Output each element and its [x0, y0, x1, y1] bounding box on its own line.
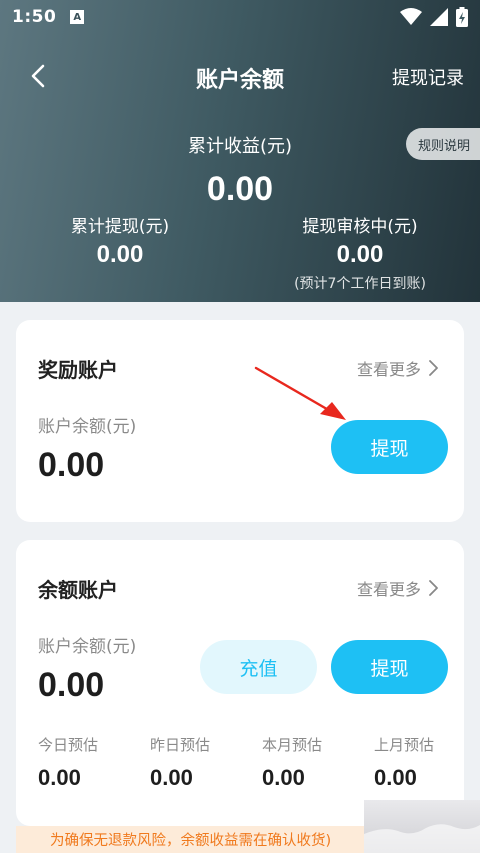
withdraw-record-link[interactable]: 提现记录 [392, 64, 464, 90]
balance-account-card: 余额账户 查看更多 账户余额(元) 0.00 充值 提现 今日预估 0.00 昨… [16, 540, 464, 826]
pending-value: 0.00 [336, 241, 384, 268]
pending-note: (预计7个工作日到账) [294, 276, 426, 292]
reward-withdraw-button[interactable]: 提现 [331, 420, 448, 474]
estimate-last-month: 上月预估 0.00 [374, 734, 474, 791]
estimate-yesterday: 昨日预估 0.00 [150, 734, 250, 791]
estimate-label: 今日预估 [38, 736, 99, 754]
balance-account-title: 余额账户 [38, 578, 118, 602]
chevron-left-icon [31, 64, 45, 88]
chevron-right-icon [429, 580, 438, 596]
estimate-label: 本月预估 [262, 736, 323, 754]
estimate-value: 0.00 [150, 765, 193, 790]
estimate-label: 昨日预估 [150, 736, 211, 754]
reward-balance-value: 0.00 [38, 446, 105, 484]
corner-decoration [364, 800, 480, 853]
view-more-label: 查看更多 [356, 360, 421, 379]
balance-value: 0.00 [38, 666, 105, 704]
status-time: 1:50 [12, 7, 57, 27]
estimate-label: 上月预估 [374, 736, 435, 754]
summary-header: 1:50 A 账户余额 提现记录 规则说明 累计收益(元) 0.00 累计提现(… [0, 0, 480, 302]
reward-balance-label: 账户余额(元) [38, 417, 137, 437]
reward-account-title: 奖励账户 [38, 358, 118, 382]
reward-view-more-link[interactable]: 查看更多 [357, 356, 438, 380]
estimate-value: 0.00 [38, 765, 81, 790]
balance-label: 账户余额(元) [38, 637, 137, 657]
back-button[interactable] [18, 56, 58, 96]
estimate-value: 0.00 [374, 765, 417, 790]
wifi-icon [400, 8, 422, 25]
chevron-right-icon [429, 360, 438, 376]
status-bar: 1:50 A [0, 0, 480, 34]
total-earnings-value: 0.00 [206, 170, 274, 208]
withdrawn-value: 0.00 [96, 241, 144, 268]
status-icons [400, 7, 468, 27]
balance-withdraw-button[interactable]: 提现 [331, 640, 448, 694]
pending-label: 提现审核中(元) [302, 217, 418, 237]
view-more-label: 查看更多 [356, 580, 421, 599]
refund-notice-banner: 为确保无退款风险，余额收益需在确认收货) [16, 826, 386, 853]
nav-bar: 账户余额 提现记录 [0, 48, 480, 104]
estimate-today: 今日预估 0.00 [38, 734, 138, 791]
signal-icon [430, 8, 448, 26]
total-earnings-label: 累计收益(元) [187, 136, 293, 157]
reward-account-card: 奖励账户 查看更多 账户余额(元) 0.00 提现 [16, 320, 464, 522]
app-notification-icon: A [70, 10, 85, 24]
estimate-this-month: 本月预估 0.00 [262, 734, 362, 791]
balance-view-more-link[interactable]: 查看更多 [357, 576, 438, 600]
withdrawn-stat: 累计提现(元) 0.00 [50, 212, 190, 269]
withdrawn-label: 累计提现(元) [70, 217, 170, 237]
battery-charging-icon [456, 7, 468, 27]
decorative-mountain-icon [364, 824, 480, 853]
pending-stat: 提现审核中(元) 0.00 (预计7个工作日到账) [280, 212, 440, 293]
annotation-arrow-icon [254, 366, 346, 420]
estimate-value: 0.00 [262, 765, 305, 790]
recharge-button[interactable]: 充值 [200, 640, 317, 694]
